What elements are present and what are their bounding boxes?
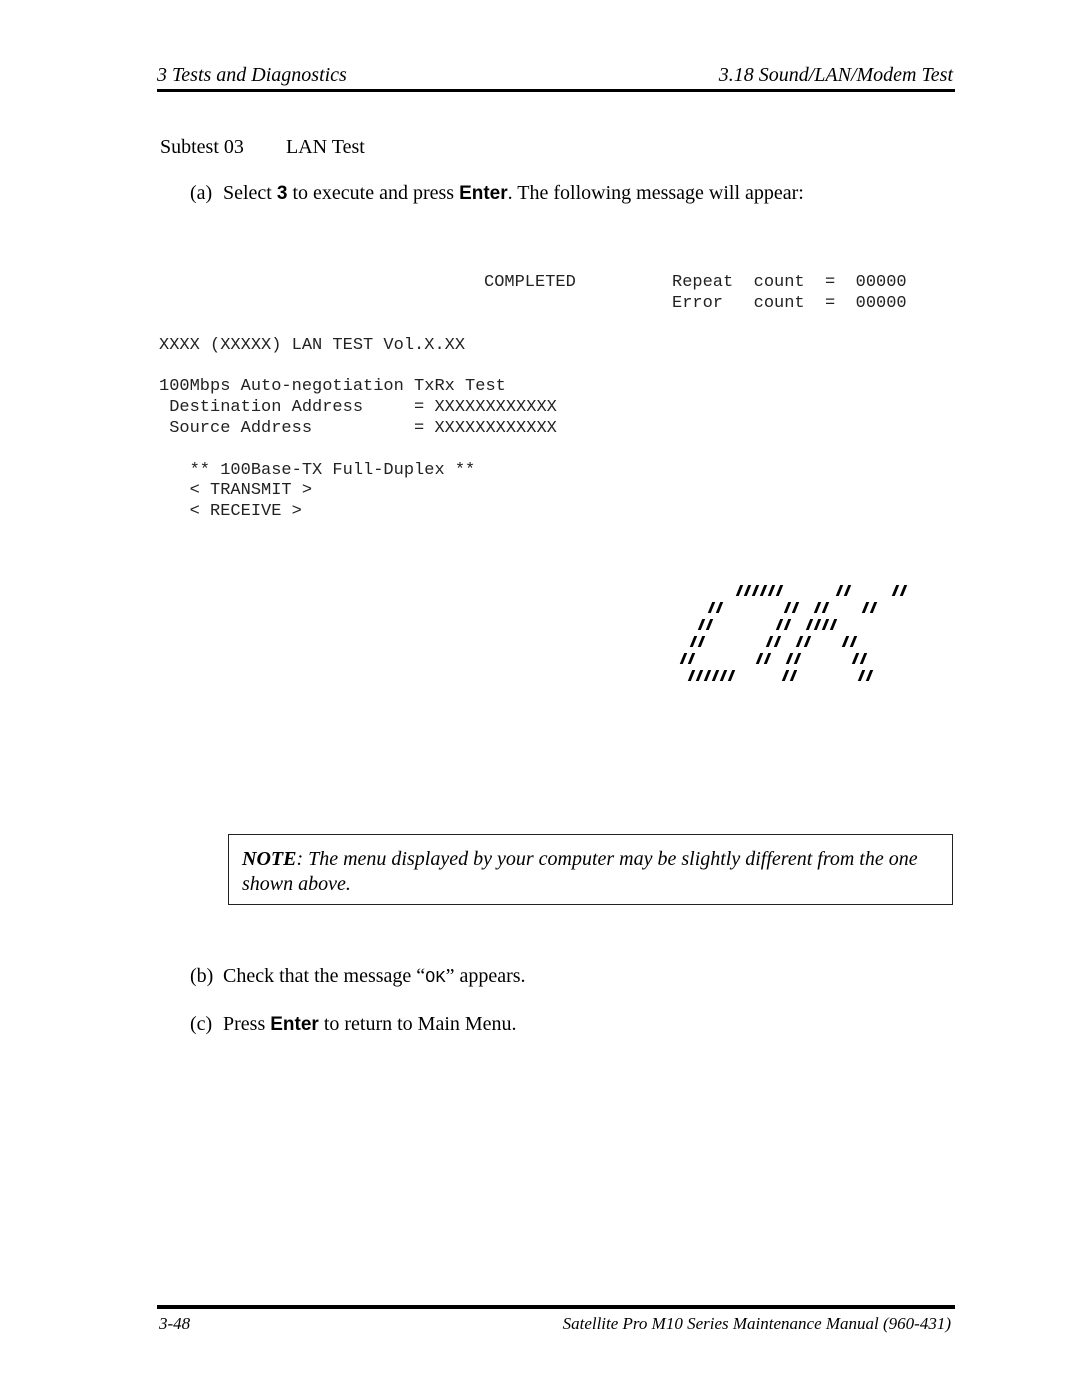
screen-title: XXXX (XXXXX) LAN TEST Vol.X.XX xyxy=(159,336,466,355)
ok-code: OK xyxy=(425,969,446,988)
ok-art-mark xyxy=(793,653,802,664)
ok-art-mark xyxy=(813,602,822,613)
ok-art-mark xyxy=(689,636,698,647)
ok-art-mark xyxy=(679,653,688,664)
ok-art-mark xyxy=(791,602,800,613)
ok-block-art xyxy=(676,583,926,698)
ok-art-mark xyxy=(783,602,792,613)
step-label: (c) xyxy=(190,1013,213,1035)
screen-test-line: 100Mbps Auto-negotiation TxRx Test xyxy=(159,377,506,396)
ok-art-mark xyxy=(821,602,830,613)
ok-art-mark xyxy=(891,585,900,596)
ok-art-mark xyxy=(869,602,878,613)
step-text: Select xyxy=(223,182,277,204)
page-number: 3-48 xyxy=(159,1314,191,1333)
note-label: NOTE xyxy=(242,848,297,870)
ok-art-mark xyxy=(727,670,736,681)
note-box: NOTE: The menu displayed by your compute… xyxy=(228,834,953,905)
ok-art-mark xyxy=(785,653,794,664)
ok-art-mark xyxy=(851,653,860,664)
key-enter: Enter xyxy=(459,183,508,204)
key-enter: Enter xyxy=(270,1014,319,1035)
ok-art-mark xyxy=(813,619,822,630)
ok-art-mark xyxy=(763,653,772,664)
subtest-name: LAN Test xyxy=(286,136,365,158)
ok-art-mark xyxy=(781,670,790,681)
ok-art-mark xyxy=(783,619,792,630)
step-text: . The following message will appear: xyxy=(507,182,804,204)
ok-art-mark xyxy=(735,585,744,596)
ok-art-mark xyxy=(865,670,874,681)
footer-rule xyxy=(157,1305,955,1309)
screen-status: COMPLETED xyxy=(484,273,576,292)
step-text: to execute and press xyxy=(287,182,460,204)
ok-art-mark xyxy=(849,636,858,647)
ok-art-mark xyxy=(719,670,728,681)
ok-art-mark xyxy=(705,619,714,630)
screen-repeat-count: Repeat count = 00000 xyxy=(672,273,907,292)
step-label: (a) xyxy=(190,182,213,204)
ok-art-mark xyxy=(715,602,724,613)
ok-art-mark xyxy=(821,619,830,630)
page-header: 3 Tests and Diagnostics 3.18 Sound/LAN/M… xyxy=(157,64,955,90)
ok-art-mark xyxy=(861,602,870,613)
step-label: (b) xyxy=(190,965,214,987)
ok-art-mark xyxy=(775,619,784,630)
ok-art-mark xyxy=(841,636,850,647)
ok-art-mark xyxy=(899,585,908,596)
ok-art-mark xyxy=(751,585,760,596)
step-a: (a) Select 3 to execute and press Enter. … xyxy=(190,182,804,205)
ok-art-mark xyxy=(687,653,696,664)
ok-art-mark xyxy=(859,653,868,664)
screen-source-address: Source Address = XXXXXXXXXXXX xyxy=(159,419,557,438)
step-c: (c) Press Enter to return to Main Menu. xyxy=(190,1013,517,1036)
ok-art-mark xyxy=(759,585,768,596)
manual-title: Satellite Pro M10 Series Maintenance Man… xyxy=(562,1314,951,1333)
ok-art-mark xyxy=(829,619,838,630)
ok-art-mark xyxy=(703,670,712,681)
ok-art-mark xyxy=(803,636,812,647)
chapter-title: 3 Tests and Diagnostics xyxy=(157,64,347,86)
note-body: : The menu displayed by your computer ma… xyxy=(242,848,918,895)
subtest-number: Subtest 03 xyxy=(160,136,244,158)
ok-art-mark xyxy=(857,670,866,681)
ok-art-mark xyxy=(843,585,852,596)
ok-art-mark xyxy=(743,585,752,596)
ok-art-mark xyxy=(711,670,720,681)
screen-transmit: < TRANSMIT > xyxy=(159,481,313,500)
ok-art-mark xyxy=(805,619,814,630)
ok-art-mark xyxy=(775,585,784,596)
step-text: ” appears. xyxy=(445,965,526,987)
ok-art-mark xyxy=(767,585,776,596)
screen-mode: ** 100Base-TX Full-Duplex ** xyxy=(159,461,476,480)
ok-art-mark xyxy=(687,670,696,681)
step-b: (b) Check that the message “OK” appears. xyxy=(190,965,526,988)
page-footer: 3-48 Satellite Pro M10 Series Maintenanc… xyxy=(157,1314,955,1336)
ok-art-mark xyxy=(835,585,844,596)
step-text: Press xyxy=(223,1013,271,1035)
subtest-heading: Subtest 03 LAN Test xyxy=(160,136,365,159)
ok-art-mark xyxy=(795,636,804,647)
key-3: 3 xyxy=(276,183,288,204)
ok-art-mark xyxy=(695,670,704,681)
ok-art-mark xyxy=(773,636,782,647)
ok-art-mark xyxy=(765,636,774,647)
ok-art-mark xyxy=(789,670,798,681)
ok-art-mark xyxy=(755,653,764,664)
ok-art-mark xyxy=(697,619,706,630)
step-text: Check that the message “ xyxy=(223,965,426,987)
ok-art-mark xyxy=(697,636,706,647)
screen-receive: < RECEIVE > xyxy=(159,502,302,521)
screen-error-count: Error count = 00000 xyxy=(672,294,907,313)
screen-destination-address: Destination Address = XXXXXXXXXXXX xyxy=(159,398,557,417)
header-rule xyxy=(157,89,955,92)
note-text: NOTE: The menu displayed by your compute… xyxy=(242,847,942,897)
step-text: to return to Main Menu. xyxy=(318,1013,517,1035)
ok-art-mark xyxy=(707,602,716,613)
section-title: 3.18 Sound/LAN/Modem Test xyxy=(718,64,953,86)
